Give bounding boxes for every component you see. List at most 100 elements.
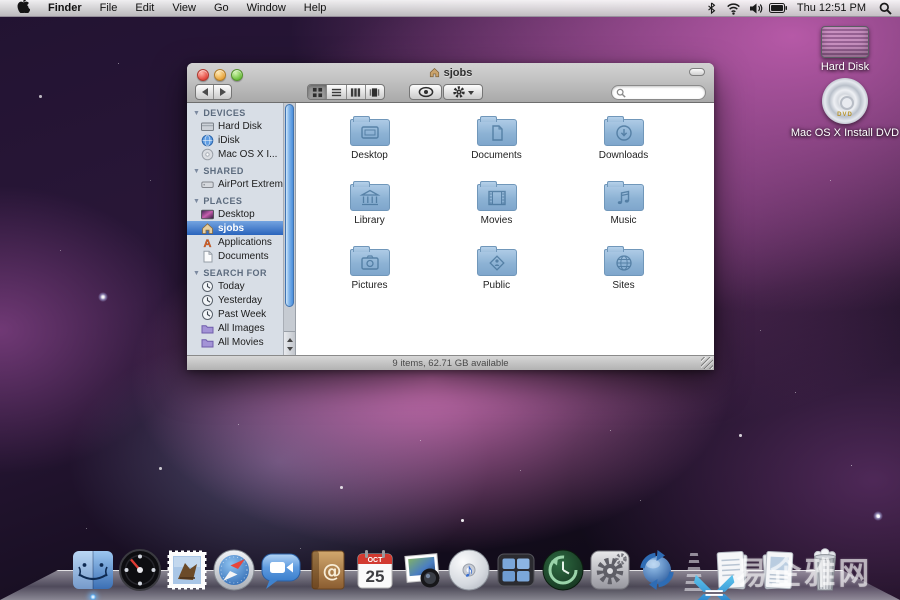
sidebar-item-past-week[interactable]: Past Week <box>187 307 283 321</box>
folder-music[interactable]: Music <box>560 174 687 239</box>
sidebar-section-places[interactable]: ▼PLACES <box>187 191 283 207</box>
menu-item-go[interactable]: Go <box>205 0 238 16</box>
desktop-icon-hard-disk[interactable]: Hard Disk <box>790 26 900 73</box>
dock-separator <box>681 549 707 593</box>
dock-documents-stack[interactable] <box>708 547 754 593</box>
smart-folder-icon <box>201 322 214 335</box>
folder-downloads[interactable]: Downloads <box>560 109 687 174</box>
quick-look-button[interactable] <box>409 84 442 100</box>
list-view-button[interactable] <box>327 85 346 99</box>
menu-item-edit[interactable]: Edit <box>126 0 163 16</box>
dock-dashboard[interactable] <box>117 547 163 593</box>
window-title: sjobs <box>187 65 714 80</box>
sidebar-item-mac-os-x-install[interactable]: Mac OS X I... <box>187 147 283 161</box>
sidebar-item-all-images[interactable]: All Images <box>187 321 283 335</box>
scrollbar-thumb[interactable] <box>285 104 294 307</box>
svg-text:25: 25 <box>366 567 385 586</box>
document-small-icon <box>201 250 214 263</box>
menu-item-finder[interactable]: Finder <box>39 0 91 16</box>
resize-grip[interactable] <box>701 357 713 369</box>
folder-movies[interactable]: Movies <box>433 174 560 239</box>
volume-icon[interactable] <box>747 0 765 16</box>
sidebar-item-yesterday[interactable]: Yesterday <box>187 293 283 307</box>
sidebar-section-shared[interactable]: ▼SHARED <box>187 161 283 177</box>
sidebar-item-hard-disk[interactable]: Hard Disk <box>187 119 283 133</box>
search-field[interactable] <box>611 85 706 100</box>
dock-finder[interactable] <box>70 547 116 593</box>
toolbar-toggle-button[interactable] <box>689 68 705 76</box>
sidebar-item-documents[interactable]: Documents <box>187 249 283 263</box>
sidebar-item-all-movies[interactable]: All Movies <box>187 335 283 349</box>
bluetooth-icon[interactable] <box>703 0 721 16</box>
status-bar: 9 items, 62.71 GB available <box>187 355 714 370</box>
menu-item-window[interactable]: Window <box>238 0 295 16</box>
folder-desktop[interactable]: Desktop <box>306 109 433 174</box>
icon-view-button[interactable] <box>308 85 327 99</box>
glow-star <box>873 511 883 521</box>
dock-itunes[interactable]: ♪ <box>446 547 492 593</box>
clock-icon <box>201 294 214 307</box>
dock-software-update[interactable] <box>634 547 680 593</box>
dock-iphoto[interactable] <box>399 547 445 593</box>
menu-item-file[interactable]: File <box>91 0 127 16</box>
search-input[interactable] <box>626 88 696 98</box>
sidebar-item-airport-extreme[interactable]: AirPort Extreme <box>187 177 283 191</box>
idisk-icon <box>201 134 214 147</box>
dock-ichat[interactable] <box>258 547 304 593</box>
dock-address-book[interactable]: @ <box>305 547 351 593</box>
scroll-down-button[interactable] <box>284 344 295 355</box>
back-button[interactable] <box>196 85 213 99</box>
eye-icon <box>418 86 434 98</box>
dock-ical[interactable]: OCT25 <box>352 547 398 593</box>
folder-public[interactable]: Public <box>433 239 560 304</box>
scroll-up-button[interactable] <box>284 332 295 344</box>
apple-menu[interactable] <box>8 0 39 18</box>
desktop-thumb-icon <box>201 208 214 221</box>
forward-button[interactable] <box>214 85 231 99</box>
dock-time-machine[interactable] <box>540 547 586 593</box>
dock-mail[interactable] <box>164 547 210 593</box>
folder-sites[interactable]: Sites <box>560 239 687 304</box>
desktop-icon-install-dvd[interactable]: DVD Mac OS X Install DVD <box>790 78 900 139</box>
sidebar-section-devices[interactable]: ▼DEVICES <box>187 103 283 119</box>
chevron-down-icon <box>468 91 474 98</box>
menu-item-view[interactable]: View <box>163 0 205 16</box>
dock-spaces[interactable] <box>493 547 539 593</box>
desktop: Finder File Edit View Go Window Help Thu… <box>0 0 900 600</box>
menu-clock[interactable]: Thu 12:51 PM <box>791 2 872 14</box>
svg-text:♪: ♪ <box>464 560 474 582</box>
glow-star <box>98 292 108 302</box>
battery-icon[interactable] <box>769 0 787 16</box>
sidebar-section-search-for[interactable]: ▼SEARCH FOR <box>187 263 283 279</box>
disc-icon <box>201 148 214 161</box>
menu-item-help[interactable]: Help <box>295 0 336 16</box>
sidebar-item-idisk[interactable]: iDisk <box>187 133 283 147</box>
wifi-icon[interactable] <box>725 0 743 16</box>
dock-trash[interactable] <box>802 547 848 593</box>
sidebar-item-today[interactable]: Today <box>187 279 283 293</box>
spotlight-icon[interactable] <box>876 0 894 16</box>
dock-downloads-stack[interactable] <box>755 547 801 593</box>
gear-icon <box>452 85 466 99</box>
folder-documents[interactable]: Documents <box>433 109 560 174</box>
sidebar-item-applications[interactable]: A Applications <box>187 235 283 249</box>
sidebar: ▼DEVICES Hard Disk iDisk Mac OS X I... <box>187 103 296 355</box>
menu-bar: Finder File Edit View Go Window Help Thu… <box>0 0 900 17</box>
action-menu-button[interactable] <box>443 84 483 100</box>
sidebar-item-sjobs[interactable]: sjobs <box>187 221 283 235</box>
folder-pictures[interactable]: Pictures <box>306 239 433 304</box>
clock-icon <box>201 308 214 321</box>
sidebar-scrollbar[interactable] <box>283 103 295 355</box>
column-view-button[interactable] <box>347 85 366 99</box>
sidebar-item-desktop[interactable]: Desktop <box>187 207 283 221</box>
airport-icon <box>201 178 214 191</box>
dock: @ OCT25 ♪ <box>70 547 848 593</box>
folder-library[interactable]: Library <box>306 174 433 239</box>
smart-folder-icon <box>201 336 214 349</box>
dock-system-preferences[interactable] <box>587 547 633 593</box>
coverflow-view-button[interactable] <box>366 85 384 99</box>
hard-disk-icon <box>821 26 869 58</box>
folder-icon-sites <box>604 249 644 276</box>
dock-safari[interactable] <box>211 547 257 593</box>
window-header[interactable]: sjobs <box>187 63 714 103</box>
